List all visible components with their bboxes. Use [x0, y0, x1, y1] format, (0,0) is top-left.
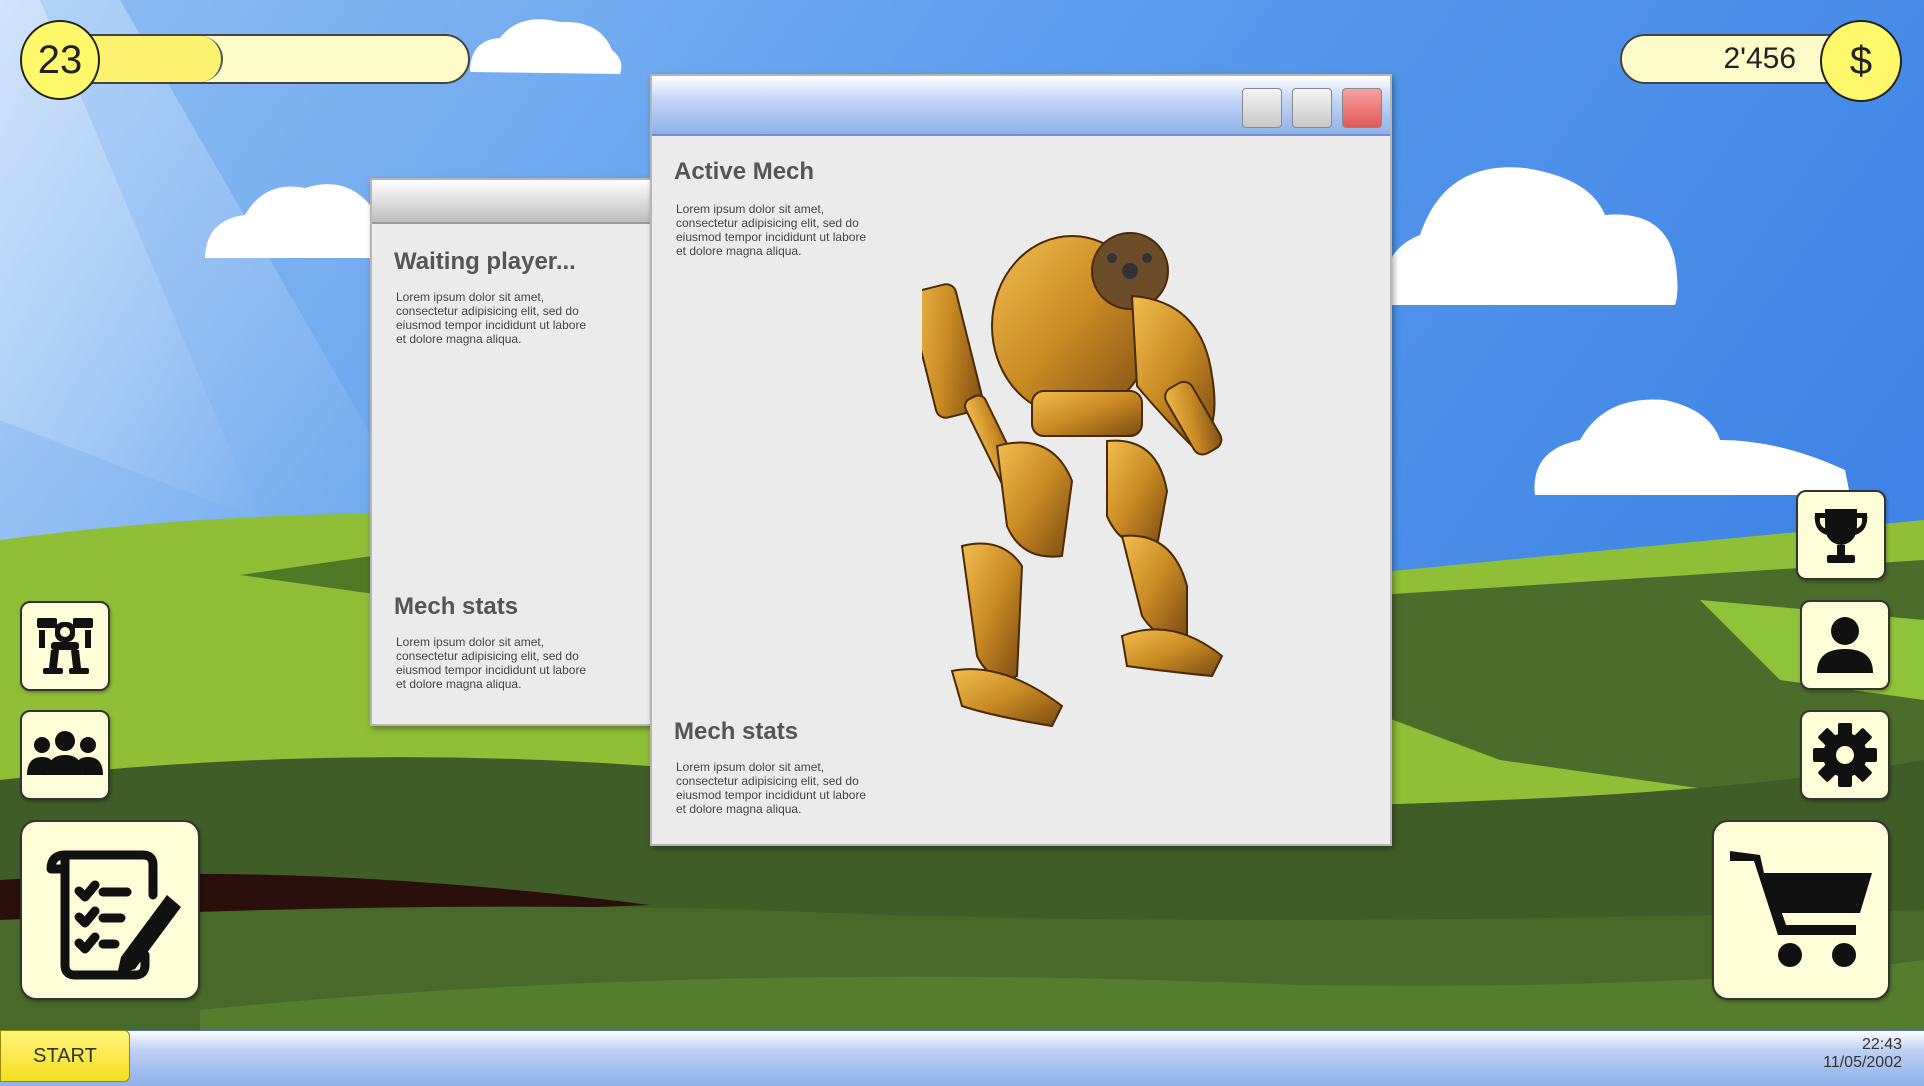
taskbar — [0, 1030, 1924, 1086]
window-description: Lorem ipsum dolor sit amet, consectetur … — [676, 202, 867, 258]
start-button-label: START — [33, 1044, 97, 1067]
mech-stats-heading: Mech stats — [674, 718, 799, 745]
money-value: 2'456 — [1723, 42, 1796, 75]
xp-progress-bar — [80, 34, 470, 84]
waiting-player-window[interactable]: Waiting player... Lorem ipsum dolor sit … — [370, 178, 670, 726]
window-titlebar[interactable] — [372, 180, 668, 224]
user-icon — [1817, 617, 1873, 673]
currency-icon: $ — [1849, 38, 1873, 83]
system-clock: 22:43 11/05/2002 — [1823, 1036, 1902, 1072]
currency-badge: $ — [1820, 20, 1902, 102]
mech-image — [922, 232, 1224, 728]
mech-hangar-button[interactable] — [20, 601, 110, 691]
profile-button[interactable] — [1800, 600, 1890, 690]
mech-icon — [37, 618, 93, 674]
close-button[interactable] — [1342, 88, 1382, 128]
start-button[interactable]: START — [0, 1030, 130, 1082]
trophy-icon — [1814, 509, 1868, 563]
mech-stats-heading: Mech stats — [394, 593, 519, 620]
leaderboard-button[interactable] — [1796, 490, 1886, 580]
maximize-button[interactable] — [1292, 88, 1332, 128]
mech-stats-text: Lorem ipsum dolor sit amet, consectetur … — [676, 760, 867, 816]
missions-button[interactable] — [20, 820, 200, 1000]
clock-time: 22:43 — [1861, 1036, 1902, 1053]
settings-button[interactable] — [1800, 710, 1890, 800]
group-icon — [27, 731, 103, 775]
active-mech-window[interactable]: Active Mech Lorem ipsum dolor sit amet, … — [650, 74, 1392, 846]
mech-stats-text: Lorem ipsum dolor sit amet, consectetur … — [396, 635, 587, 691]
window-title: Active Mech — [674, 158, 815, 185]
gear-icon — [1813, 723, 1877, 787]
cart-icon — [1730, 851, 1872, 967]
friends-button[interactable] — [20, 710, 110, 800]
level-value: 23 — [37, 37, 83, 82]
clock-date: 11/05/2002 — [1823, 1054, 1902, 1071]
minimize-button[interactable] — [1242, 88, 1282, 128]
window-titlebar[interactable] — [652, 76, 1390, 136]
window-title: Waiting player... — [394, 248, 576, 275]
window-description: Lorem ipsum dolor sit amet, consectetur … — [396, 290, 587, 346]
checklist-edit-icon — [46, 850, 181, 980]
level-badge: 23 — [20, 20, 100, 100]
xp-progress-fill — [82, 36, 223, 82]
shop-button[interactable] — [1712, 820, 1890, 1000]
